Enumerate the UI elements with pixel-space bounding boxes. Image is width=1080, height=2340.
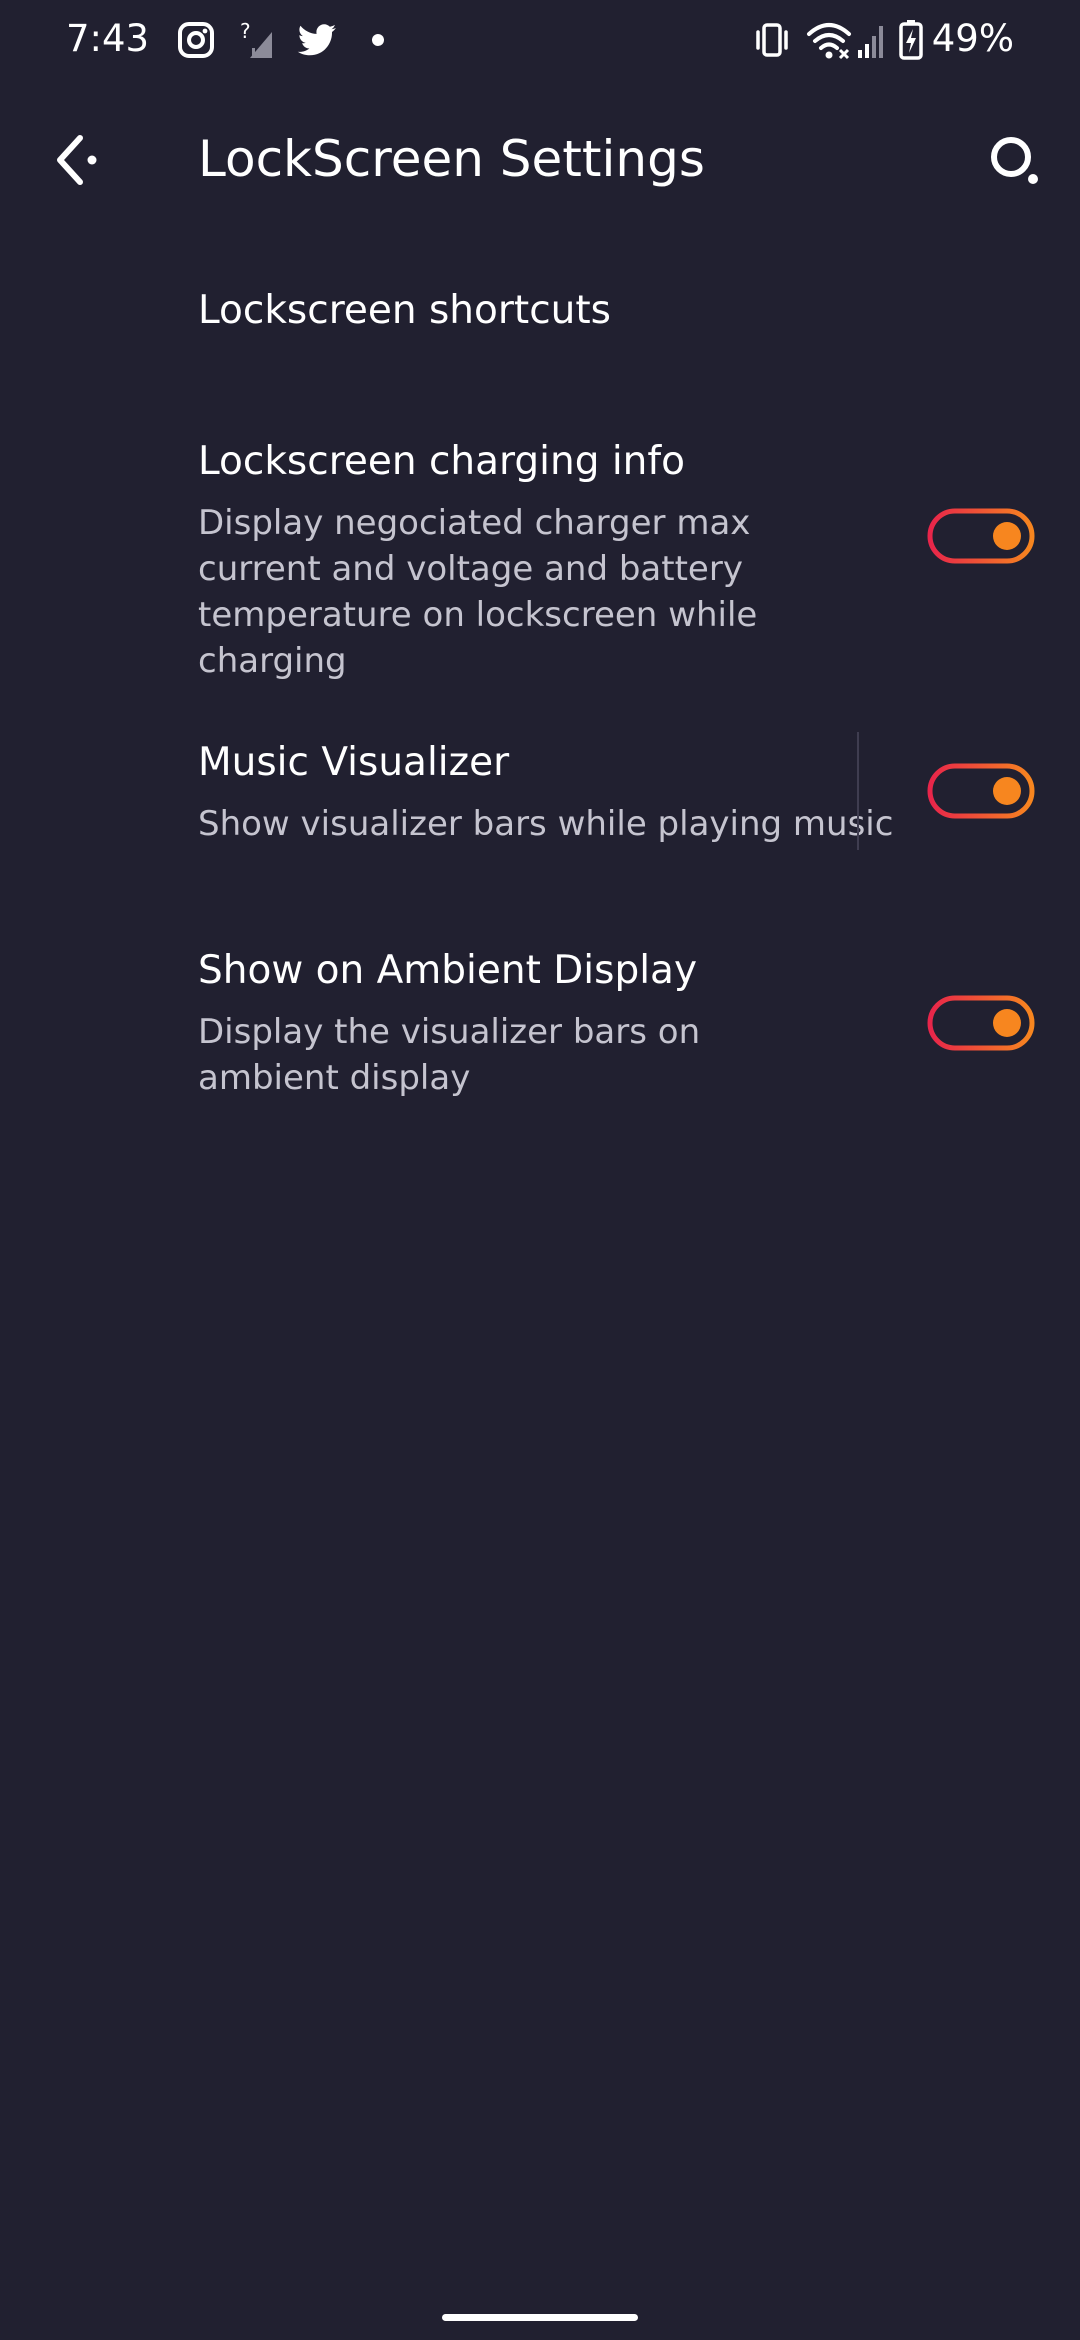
pref-title: Music Visualizer [198,740,510,785]
pref-summary: Show visualizer bars while playing music [198,804,894,844]
instagram-icon [178,22,214,58]
status-time: 7:43 [66,17,150,60]
status-bar: 7:43 ? 49% [0,0,1080,80]
search-icon[interactable] [980,126,1050,196]
pref-summary: Display the visualizer bars on ambient d… [198,1012,701,1098]
wifi-icon [807,23,851,60]
notification-dot-icon [372,34,384,46]
pref-title: Show on Ambient Display [198,948,698,993]
battery-charging-icon [899,20,923,60]
pref-title: Lockscreen charging info [198,439,685,484]
cell-signal-icon [858,26,883,58]
pref-lockscreen-shortcuts[interactable]: Lockscreen shortcuts [0,250,1080,380]
pref-summary: Display negociated charger max current a… [198,503,758,681]
twitter-icon [297,24,336,56]
page-title: LockScreen Settings [198,130,705,188]
vibrate-icon [756,23,788,57]
toggle-switch[interactable] [927,508,1035,564]
signal-unknown-icon: ? [240,19,272,58]
pref-show-on-ambient-display[interactable]: Show on Ambient Display Display the visu… [0,920,1080,1140]
divider [857,732,859,850]
battery-percent: 49% [931,17,1014,60]
back-arrow-icon[interactable] [40,122,116,198]
pref-title: Lockscreen shortcuts [198,288,611,333]
pref-music-visualizer[interactable]: Music Visualizer Show visualizer bars wh… [0,700,1080,900]
svg-text:?: ? [240,19,251,43]
toggle-switch[interactable] [927,995,1035,1051]
app-bar: LockScreen Settings [0,100,1080,220]
toggle-switch[interactable] [927,763,1035,819]
gesture-nav-handle[interactable] [442,2314,638,2321]
pref-lockscreen-charging-info[interactable]: Lockscreen charging info Display negocia… [0,400,1080,681]
